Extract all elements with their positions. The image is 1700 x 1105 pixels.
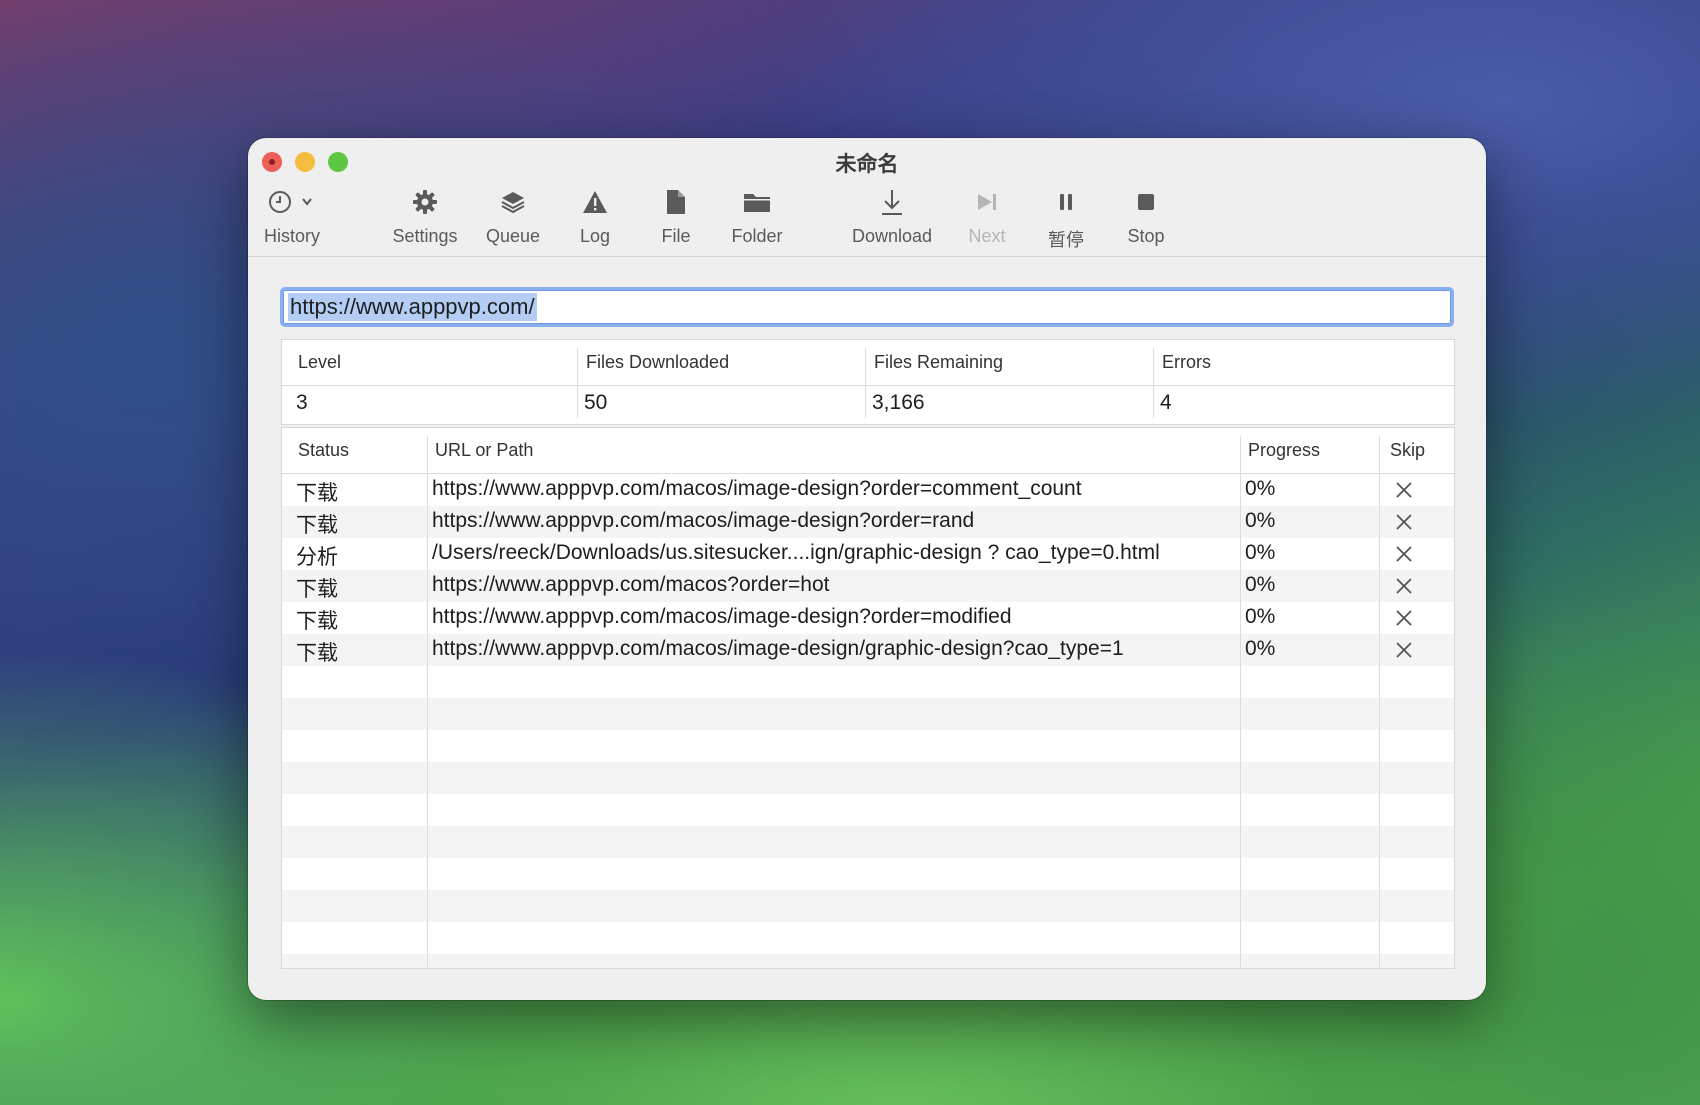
file-label: File bbox=[661, 226, 691, 246]
column-divider[interactable] bbox=[1240, 436, 1241, 968]
empty-row bbox=[282, 922, 1454, 954]
stop-icon bbox=[1121, 186, 1171, 218]
log-label: Log bbox=[579, 226, 611, 246]
next-button[interactable]: Next bbox=[962, 186, 1012, 247]
gear-icon bbox=[390, 186, 460, 218]
row-progress: 0% bbox=[1245, 509, 1276, 532]
settings-label: Settings bbox=[392, 226, 458, 246]
progress-column-header[interactable]: Progress bbox=[1248, 440, 1320, 461]
level-value: 3 bbox=[296, 391, 308, 414]
row-progress: 0% bbox=[1245, 605, 1276, 628]
stats-table: Level Files Downloaded Files Remaining E… bbox=[281, 339, 1455, 425]
skip-x-icon[interactable] bbox=[1394, 608, 1414, 628]
list-row[interactable]: 下载 https://www.apppvp.com/macos?order=ho… bbox=[282, 570, 1454, 602]
empty-row bbox=[282, 730, 1454, 762]
stop-label: Stop bbox=[1127, 226, 1165, 246]
stats-divider bbox=[282, 385, 1454, 386]
row-url: https://www.apppvp.com/macos/image-desig… bbox=[432, 477, 1082, 500]
window-title: 未命名 bbox=[835, 153, 899, 176]
row-progress: 0% bbox=[1245, 541, 1276, 564]
list-row[interactable]: 下载 https://www.apppvp.com/macos/image-de… bbox=[282, 602, 1454, 634]
skip-x-icon[interactable] bbox=[1394, 576, 1414, 596]
row-progress: 0% bbox=[1245, 477, 1276, 500]
errors-value: 4 bbox=[1160, 391, 1172, 414]
row-progress: 0% bbox=[1245, 573, 1276, 596]
stats-col-divider bbox=[577, 348, 578, 418]
empty-row bbox=[282, 666, 1454, 698]
url-column-header[interactable]: URL or Path bbox=[435, 440, 533, 461]
list-row[interactable]: 分析 /Users/reeck/Downloads/us.sitesucker.… bbox=[282, 538, 1454, 570]
list-row[interactable]: 下载 https://www.apppvp.com/macos/image-de… bbox=[282, 506, 1454, 538]
row-status: 下载 bbox=[296, 578, 338, 601]
url-input[interactable]: https://www.apppvp.com/ bbox=[280, 287, 1454, 327]
queue-label: Queue bbox=[485, 226, 541, 246]
row-progress: 0% bbox=[1245, 637, 1276, 660]
list-row[interactable]: 下载 https://www.apppvp.com/macos/image-de… bbox=[282, 634, 1454, 666]
row-url: https://www.apppvp.com/macos/image-desig… bbox=[432, 637, 1124, 660]
column-divider[interactable] bbox=[1379, 436, 1380, 968]
empty-row bbox=[282, 762, 1454, 794]
files-remaining-value: 3,166 bbox=[872, 391, 925, 414]
toolbar: 未命名 History Settings Queue Log File Fold… bbox=[248, 138, 1486, 257]
row-status: 分析 bbox=[296, 546, 338, 569]
row-url: https://www.apppvp.com/macos/image-desig… bbox=[432, 509, 975, 532]
download-label: Download bbox=[851, 226, 933, 246]
stats-col-divider bbox=[865, 348, 866, 418]
download-button[interactable]: Download bbox=[844, 186, 940, 247]
folder-icon bbox=[725, 186, 789, 218]
list-row[interactable]: 下载 https://www.apppvp.com/macos/image-de… bbox=[282, 474, 1454, 506]
layers-icon bbox=[483, 186, 543, 218]
history-label: History bbox=[263, 226, 320, 246]
history-button[interactable]: History bbox=[262, 186, 322, 247]
next-label: Next bbox=[968, 226, 1006, 246]
empty-row bbox=[282, 858, 1454, 890]
row-status: 下载 bbox=[296, 642, 338, 665]
stats-col-divider bbox=[1153, 348, 1154, 418]
warning-icon bbox=[570, 186, 620, 218]
download-list: Status URL or Path Progress Skip 下载 http… bbox=[281, 427, 1455, 969]
empty-row bbox=[282, 890, 1454, 922]
empty-row bbox=[282, 698, 1454, 730]
files-remaining-header: Files Remaining bbox=[874, 352, 1004, 372]
download-icon bbox=[844, 186, 940, 218]
file-icon bbox=[651, 186, 701, 218]
column-divider[interactable] bbox=[427, 436, 428, 968]
errors-header: Errors bbox=[1162, 352, 1211, 372]
log-button[interactable]: Log bbox=[570, 186, 620, 247]
row-url: https://www.apppvp.com/macos?order=hot bbox=[432, 573, 830, 596]
clock-icon bbox=[262, 186, 322, 218]
url-input-value[interactable]: https://www.apppvp.com/ bbox=[288, 293, 537, 321]
empty-row bbox=[282, 794, 1454, 826]
row-url: /Users/reeck/Downloads/us.sitesucker....… bbox=[432, 541, 1160, 564]
row-url: https://www.apppvp.com/macos/image-desig… bbox=[432, 605, 1012, 628]
skip-x-icon[interactable] bbox=[1394, 544, 1414, 564]
files-downloaded-header: Files Downloaded bbox=[586, 352, 730, 372]
files-downloaded-value: 50 bbox=[584, 391, 608, 414]
folder-label: Folder bbox=[731, 226, 783, 246]
row-status: 下载 bbox=[296, 514, 338, 537]
skip-x-icon[interactable] bbox=[1394, 640, 1414, 660]
pause-label: 暂停 bbox=[1048, 230, 1084, 250]
row-status: 下载 bbox=[296, 610, 338, 633]
list-header: Status URL or Path Progress Skip bbox=[282, 428, 1454, 474]
settings-button[interactable]: Settings bbox=[390, 186, 460, 247]
skip-x-icon[interactable] bbox=[1394, 480, 1414, 500]
row-status: 下载 bbox=[296, 482, 338, 505]
queue-button[interactable]: Queue bbox=[483, 186, 543, 247]
pause-button[interactable]: 暂停 bbox=[1041, 186, 1091, 252]
folder-button[interactable]: Folder bbox=[725, 186, 789, 247]
empty-row bbox=[282, 826, 1454, 858]
stop-button[interactable]: Stop bbox=[1121, 186, 1171, 247]
file-button[interactable]: File bbox=[651, 186, 701, 247]
skip-column-header[interactable]: Skip bbox=[1390, 440, 1425, 461]
skip-x-icon[interactable] bbox=[1394, 512, 1414, 532]
level-header: Level bbox=[298, 352, 342, 372]
empty-row bbox=[282, 954, 1454, 968]
skip-forward-icon bbox=[962, 186, 1012, 218]
app-window: 未命名 History Settings Queue Log File Fold… bbox=[248, 138, 1486, 1000]
pause-icon bbox=[1041, 186, 1091, 218]
status-column-header[interactable]: Status bbox=[298, 440, 349, 461]
